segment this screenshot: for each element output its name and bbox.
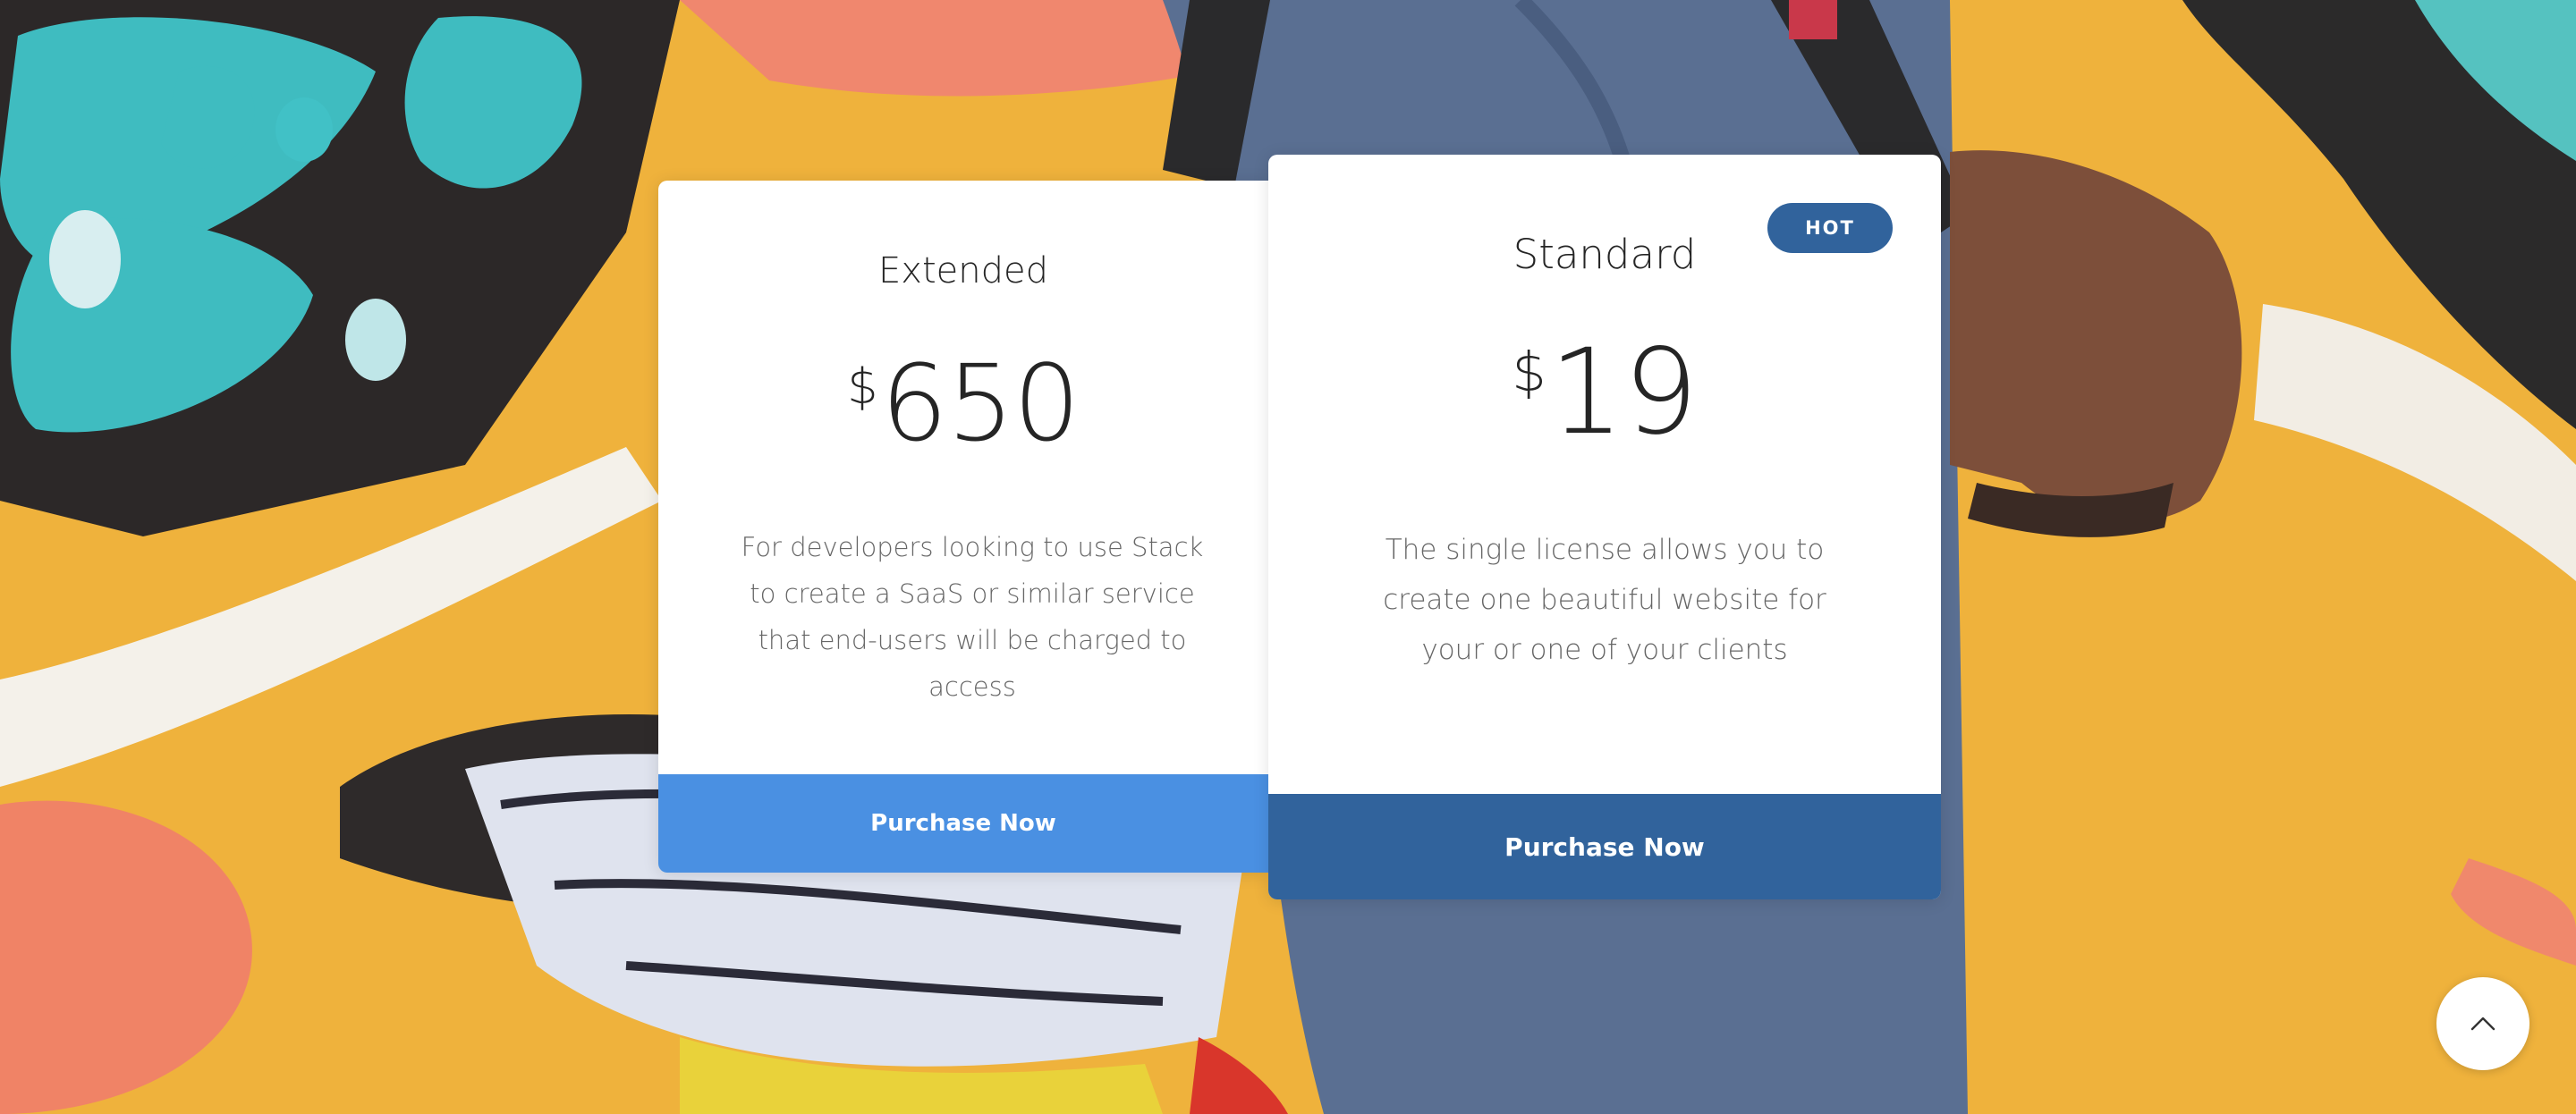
back-to-top-button[interactable] — [2436, 977, 2529, 1070]
price-amount: 650 — [880, 342, 1080, 465]
price-currency: $ — [1512, 342, 1546, 404]
pricing-card-extended: Extended $650 For developers looking to … — [658, 181, 1268, 873]
price-currency: $ — [847, 359, 878, 415]
plan-price: $19 — [1268, 333, 1941, 452]
plan-name: Standard — [1513, 231, 1697, 278]
chevron-up-icon — [2470, 1017, 2496, 1031]
plan-description: The single license allows you to create … — [1383, 534, 1826, 666]
plan-price: $650 — [658, 350, 1268, 456]
price-amount: 19 — [1548, 324, 1699, 461]
plan-description: For developers looking to use Stack to c… — [741, 532, 1204, 702]
plan-name: Extended — [878, 250, 1048, 291]
purchase-now-button-standard[interactable]: Purchase Now — [1268, 794, 1941, 899]
pricing-card-standard: HOT Standard $19 The single license allo… — [1268, 155, 1941, 899]
purchase-now-button-extended[interactable]: Purchase Now — [658, 774, 1268, 873]
